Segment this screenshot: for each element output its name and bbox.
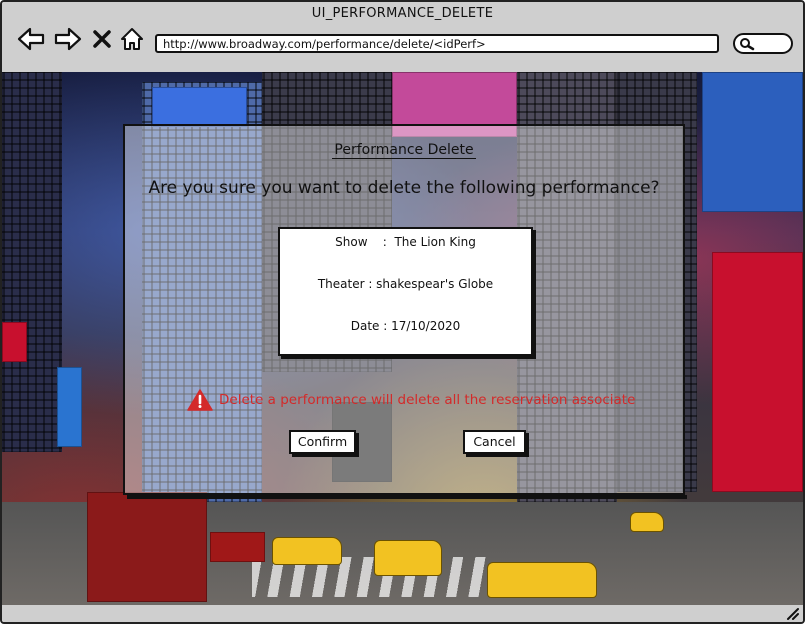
browser-window: UI_PERFORMANCE_DELETE http://www.broadwa… — [0, 0, 805, 624]
page-content: Performance Delete Are you sure you want… — [2, 72, 803, 605]
dialog-title: Performance Delete — [125, 142, 683, 159]
status-bar — [2, 605, 803, 622]
delete-dialog: Performance Delete Are you sure you want… — [123, 124, 685, 495]
dialog-shadow — [127, 495, 687, 499]
resize-grip-icon[interactable] — [785, 606, 799, 620]
warning-text: Delete a performance will delete all the… — [219, 392, 636, 408]
forward-arrow-icon[interactable] — [54, 26, 82, 52]
address-bar[interactable]: http://www.broadway.com/performance/dele… — [155, 34, 719, 53]
search-box[interactable] — [733, 33, 793, 54]
confirmation-question: Are you sure you want to delete the foll… — [148, 178, 660, 198]
performance-details: Show : The Lion King Theater : shakespea… — [278, 227, 533, 356]
show-line: Show : The Lion King — [335, 235, 476, 249]
search-icon — [740, 38, 755, 51]
window-title: UI_PERFORMANCE_DELETE — [311, 6, 494, 21]
title-bar: UI_PERFORMANCE_DELETE http://www.broadwa… — [2, 2, 803, 72]
home-icon[interactable] — [119, 26, 145, 52]
dialog-title-text: Performance Delete — [332, 142, 476, 159]
close-x-icon[interactable] — [92, 26, 112, 52]
warning-icon — [187, 389, 213, 411]
theater-line: Theater : shakespear's Globe — [317, 277, 494, 291]
back-arrow-icon[interactable] — [17, 26, 45, 52]
cancel-button[interactable]: Cancel — [463, 430, 526, 454]
warning-message: Delete a performance will delete all the… — [187, 388, 635, 412]
confirm-button[interactable]: Confirm — [289, 430, 356, 454]
date-line: Date : 17/10/2020 — [350, 319, 461, 333]
